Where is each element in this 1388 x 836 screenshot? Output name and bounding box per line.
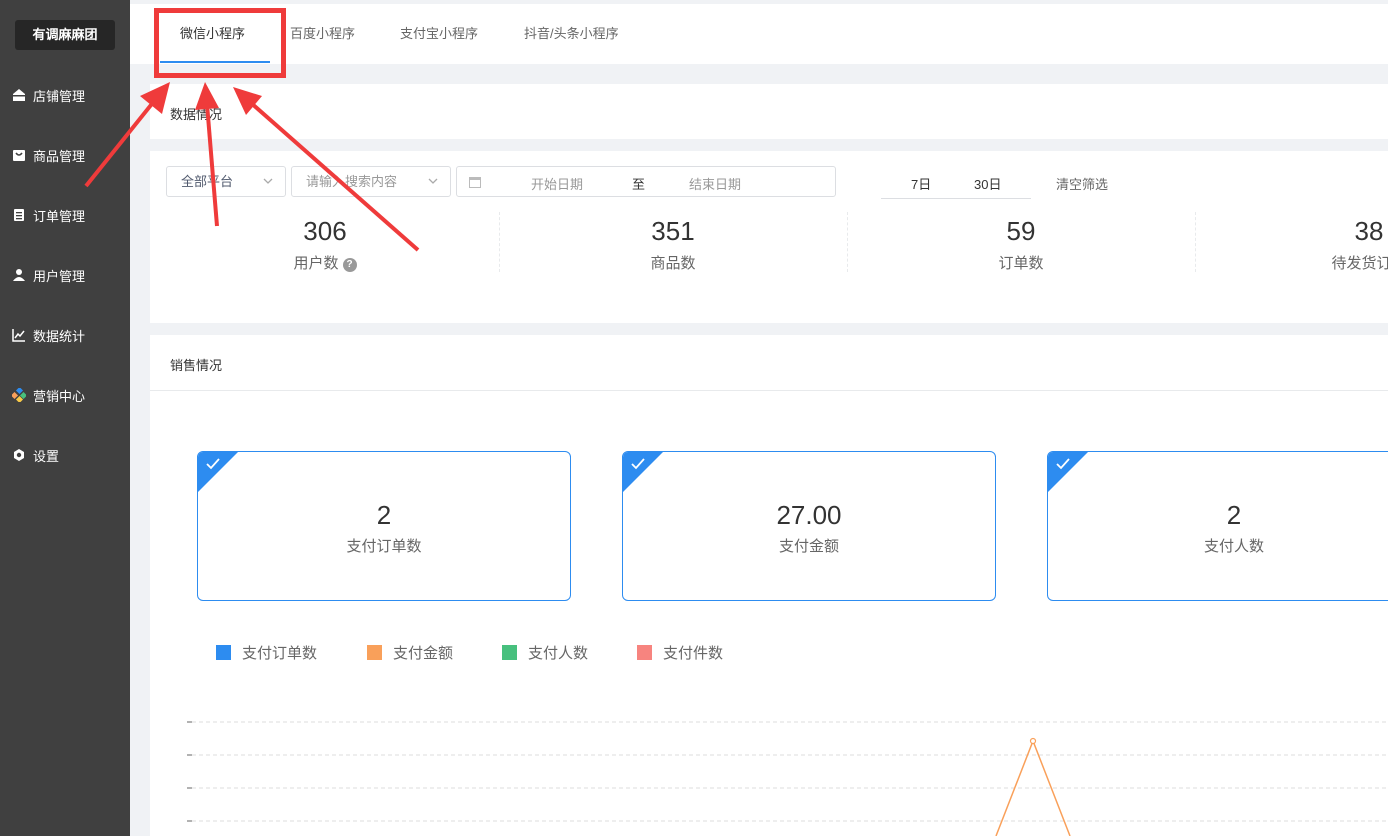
card-label: 支付金额: [778, 538, 839, 555]
tab-alipay[interactable]: 支付宝小程序: [400, 4, 478, 64]
sales-title: 销售情况: [170, 358, 223, 373]
sales-divider: [150, 390, 1388, 391]
card-value: 27.00: [776, 500, 842, 530]
stat-orders-label: 订单数: [998, 255, 1044, 272]
stat-products-value: 351: [651, 216, 695, 246]
sidebar-item-label: 营销中心: [33, 388, 86, 404]
tab-baidu[interactable]: 百度小程序: [290, 4, 355, 64]
user-icon: [11, 267, 27, 283]
legend-paid-users[interactable]: 支付人数: [502, 643, 589, 662]
gear-icon: [11, 447, 27, 463]
platform-select-value: 全部平台: [181, 174, 234, 189]
legend-swatch: [637, 644, 652, 660]
amount-series-point[interactable]: [1029, 737, 1037, 745]
legend-label: 支付订单数: [242, 644, 318, 662]
sales-line-chart: [187, 721, 1388, 836]
sidebar-item-label: 订单管理: [33, 208, 86, 224]
stat-users-label: 用户数?: [151, 252, 499, 273]
legend-swatch: [216, 644, 231, 660]
sidebar: 有调麻麻团 店铺管理 商品管理 订单管理 用户管理 数据统计 营销中心 设置: [0, 0, 130, 836]
stat-pending-label: 待发货订单: [1331, 255, 1388, 272]
stat-users-label-text: 用户数: [293, 255, 339, 272]
sidebar-item-users[interactable]: 用户管理: [0, 255, 130, 295]
quick-7-days[interactable]: 7日: [911, 174, 931, 193]
card-value: 2: [376, 500, 392, 530]
data-overview-title: 数据情况: [170, 107, 223, 122]
store-icon: [11, 87, 27, 103]
date-range-separator: 至: [632, 177, 646, 192]
legend-label: 支付件数: [663, 644, 724, 662]
colorful-blocks-icon: [11, 387, 27, 403]
check-icon: [206, 458, 220, 470]
annotation-highlight-box: [154, 8, 286, 78]
platform-select[interactable]: 全部平台: [166, 166, 286, 197]
sidebar-item-label: 用户管理: [33, 268, 86, 284]
sidebar-item-label: 设置: [33, 448, 60, 464]
tab-douyin[interactable]: 抖音/头条小程序: [524, 4, 619, 64]
legend-paid-items[interactable]: 支付件数: [637, 643, 724, 662]
chart-gridlines: [187, 721, 1388, 822]
legend-paid-amount[interactable]: 支付金额: [367, 643, 454, 662]
card-paid-users[interactable]: 2 支付人数: [1047, 451, 1388, 601]
brand-logo[interactable]: 有调麻麻团: [15, 20, 115, 50]
line-chart-icon: [11, 327, 27, 343]
legend-label: 支付人数: [528, 644, 589, 662]
card-value: 2: [1226, 500, 1242, 530]
chevron-down-icon: [263, 178, 273, 184]
legend-swatch: [502, 644, 517, 660]
legend-paid-orders[interactable]: 支付订单数: [216, 643, 318, 662]
chevron-down-icon: [428, 178, 438, 184]
sidebar-item-settings[interactable]: 设置: [0, 435, 130, 475]
stat-orders-value: 59: [1006, 216, 1036, 246]
card-label: 支付人数: [1203, 538, 1264, 555]
sidebar-item-label: 商品管理: [33, 148, 86, 164]
sidebar-item-products[interactable]: 商品管理: [0, 135, 130, 175]
stat-users-value: 306: [303, 216, 347, 246]
stat-pending-value: 38: [1354, 216, 1384, 246]
bag-icon: [11, 147, 27, 163]
quick-range-underline: [881, 198, 1031, 199]
clipboard-icon: [11, 207, 27, 223]
search-select[interactable]: 请输入搜索内容: [291, 166, 451, 197]
clear-filters-button[interactable]: 清空筛选: [1056, 174, 1108, 193]
sidebar-item-marketing[interactable]: 营销中心: [0, 375, 130, 415]
sidebar-item-statistics[interactable]: 数据统计: [0, 315, 130, 355]
card-label: 支付订单数: [346, 538, 422, 555]
help-icon[interactable]: ?: [342, 258, 357, 272]
calendar-icon: [469, 177, 481, 188]
search-placeholder: 请输入搜索内容: [306, 174, 398, 189]
card-paid-orders[interactable]: 2 支付订单数: [197, 451, 571, 601]
card-paid-amount[interactable]: 27.00 支付金额: [622, 451, 996, 601]
sidebar-item-store[interactable]: 店铺管理: [0, 75, 130, 115]
date-range-picker[interactable]: 开始日期 至 结束日期: [456, 166, 836, 197]
end-date-placeholder: 结束日期: [689, 177, 742, 192]
sidebar-item-orders[interactable]: 订单管理: [0, 195, 130, 235]
start-date-placeholder: 开始日期: [531, 177, 584, 192]
legend-label: 支付金额: [393, 644, 454, 662]
quick-30-days[interactable]: 30日: [974, 174, 1001, 193]
sidebar-item-label: 数据统计: [33, 328, 86, 344]
check-icon: [1056, 458, 1070, 470]
check-icon: [631, 458, 645, 470]
sidebar-item-label: 店铺管理: [33, 88, 86, 104]
legend-swatch: [367, 644, 382, 660]
stat-products-label: 商品数: [650, 255, 696, 272]
